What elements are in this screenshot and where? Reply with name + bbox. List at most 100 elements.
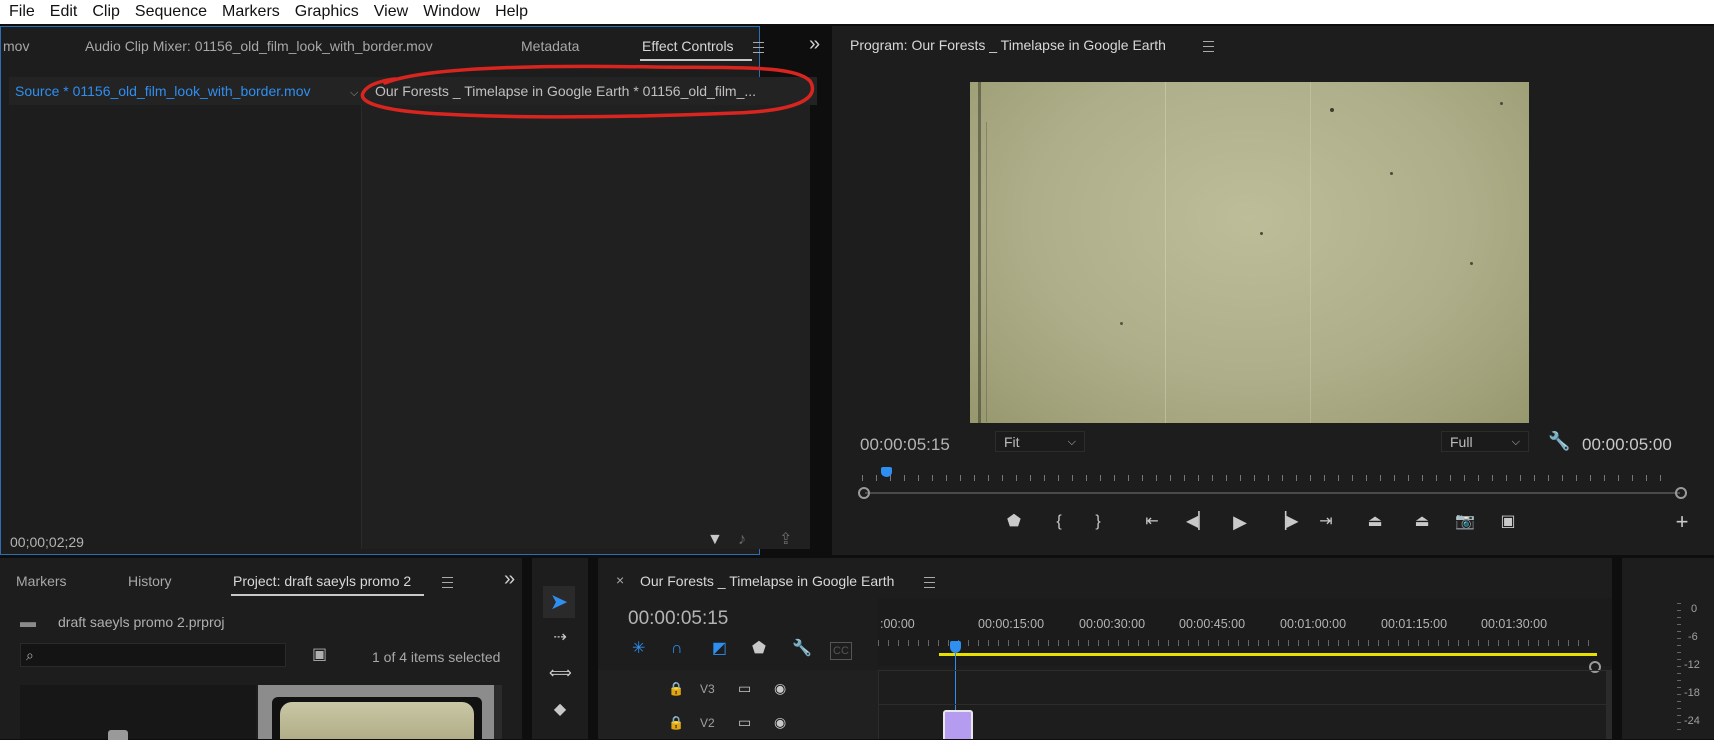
ripple-edit-tool-icon[interactable]: ⟺ (549, 666, 572, 682)
panel-overflow-icon[interactable]: » (504, 568, 515, 591)
video-frame (970, 82, 1529, 423)
filter-icon[interactable]: ▼ (707, 532, 723, 548)
timeline-clip[interactable] (943, 710, 973, 739)
captions-icon[interactable]: CC (830, 642, 852, 660)
go-to-out-icon[interactable]: ⇥ (1314, 510, 1338, 534)
panel-overflow-icon[interactable]: » (809, 33, 820, 56)
timeline-title[interactable]: Our Forests _ Timelapse in Google Earth (640, 573, 894, 589)
wrench-icon[interactable]: 🔧 (1548, 432, 1570, 450)
mark-in-icon[interactable]: { (1047, 510, 1071, 534)
ruler-label: 00:00:30:00 (1079, 617, 1146, 631)
program-menu-icon[interactable] (1203, 41, 1214, 52)
timeline-end-handle[interactable] (1589, 661, 1601, 673)
tab-active-underline (231, 594, 424, 596)
project-menu-icon[interactable] (442, 577, 453, 588)
scrub-end-handle[interactable] (1675, 487, 1687, 499)
selection-tool-icon[interactable]: ➤ (543, 586, 575, 618)
add-marker-icon[interactable]: ⬟ (752, 641, 766, 657)
thumbnail-image (280, 702, 474, 739)
meter-level-12: -12 (1684, 659, 1700, 671)
scrub-start-handle[interactable] (858, 487, 870, 499)
track-v2-label[interactable]: V2 (700, 716, 715, 730)
ruler-label: 00:01:30:00 (1481, 617, 1548, 631)
timeline-menu-icon[interactable] (924, 577, 935, 588)
ruler-label: 00:01:00:00 (1280, 617, 1347, 631)
find-icon[interactable]: ▣ (312, 647, 327, 663)
timeline-close-icon[interactable]: × (616, 572, 624, 588)
mark-out-icon[interactable]: } (1086, 510, 1110, 534)
menu-view[interactable]: View (365, 3, 408, 21)
eye-icon[interactable]: ◉ (774, 714, 786, 730)
work-area-bar[interactable] (939, 653, 1597, 656)
export-frame-icon[interactable]: 📷 (1453, 510, 1477, 534)
lock-icon[interactable]: 🔒 (668, 681, 684, 697)
meter-level-0: 0 (1691, 603, 1698, 615)
menu-edit[interactable]: Edit (41, 3, 78, 21)
play-icon[interactable]: ▶ (1228, 510, 1252, 534)
add-button-icon[interactable]: + (1670, 510, 1694, 534)
extract-icon[interactable]: ⏏ (1410, 510, 1434, 534)
nest-icon[interactable]: ✳ (632, 641, 645, 657)
tab-partial-mov[interactable]: mov (3, 38, 29, 54)
tab-project[interactable]: Project: draft saeyls promo 2 (233, 573, 411, 589)
menu-graphics[interactable]: Graphics (286, 3, 359, 21)
export-icon[interactable]: ⇪ (779, 532, 792, 548)
playhead-marker[interactable] (881, 467, 892, 477)
add-marker-icon[interactable]: ⬟ (1002, 510, 1026, 534)
project-search-input[interactable]: ⌕ (20, 643, 286, 667)
timeline-scrollbar[interactable] (1606, 670, 1612, 739)
tab-effect-controls[interactable]: Effect Controls (642, 38, 734, 54)
sync-lock-icon[interactable]: ▭ (738, 714, 751, 730)
snap-icon[interactable]: ∩ (671, 641, 683, 657)
go-to-in-icon[interactable]: ⇤ (1140, 510, 1164, 534)
eye-icon[interactable]: ◉ (774, 680, 786, 696)
track-v3-label[interactable]: V3 (700, 682, 715, 696)
track-select-tool-icon[interactable]: ⇢ (549, 630, 571, 646)
program-monitor-panel: Program: Our Forests _ Timelapse in Goog… (832, 26, 1714, 555)
sync-lock-icon[interactable]: ▭ (738, 680, 751, 696)
menu-file[interactable]: File (0, 3, 35, 21)
ruler-ticks (878, 640, 1598, 646)
program-monitor-title[interactable]: Program: Our Forests _ Timelapse in Goog… (850, 37, 1166, 53)
menu-window[interactable]: Window (414, 3, 480, 21)
panel-menu-icon[interactable] (753, 42, 764, 53)
fit-value: Fit (1004, 434, 1020, 450)
step-back-icon[interactable]: ◀▏ (1186, 510, 1211, 534)
source-timecode[interactable]: 00;00;02;29 (10, 534, 84, 550)
tab-metadata[interactable]: Metadata (521, 38, 579, 54)
film-scratch (1165, 82, 1166, 423)
red-annotation-circle (360, 64, 815, 119)
clip-thumbnail[interactable] (258, 685, 498, 739)
dust-spot (1120, 322, 1123, 325)
menu-clip[interactable]: Clip (83, 3, 120, 21)
comparison-view-icon[interactable]: ▣ (1496, 510, 1520, 534)
fit-dropdown[interactable]: Fit ⌵ (995, 431, 1085, 452)
timeline-settings-icon[interactable]: 🔧 (792, 641, 812, 657)
timeline-current-time[interactable]: 00:00:05:15 (628, 608, 728, 630)
audio-playback-icon[interactable]: ♪ (738, 532, 746, 548)
project-scrollbar[interactable] (494, 685, 502, 739)
ruler-label: 00:00:45:00 (1179, 617, 1246, 631)
film-scratch (986, 122, 987, 422)
program-scrub-bar[interactable] (865, 492, 1680, 494)
chevron-down-icon: ⌵ (1511, 436, 1520, 448)
quality-dropdown[interactable]: Full ⌵ (1441, 431, 1529, 452)
linked-selection-icon[interactable]: ◩ (712, 641, 727, 657)
program-current-time[interactable]: 00:00:05:15 (860, 435, 950, 455)
tab-markers[interactable]: Markers (16, 573, 67, 589)
lift-icon[interactable]: ⏏ (1363, 510, 1387, 534)
lock-icon[interactable]: 🔒 (668, 715, 684, 731)
menu-help[interactable]: Help (486, 3, 528, 21)
menu-sequence[interactable]: Sequence (126, 3, 207, 21)
audio-meter-panel: 0 -6 -12 -18 -24 (1622, 558, 1714, 739)
step-forward-icon[interactable]: ▕▶ (1274, 510, 1299, 534)
program-ruler (862, 469, 1674, 481)
tab-audio-clip-mixer[interactable]: Audio Clip Mixer: 01156_old_film_look_wi… (85, 38, 433, 54)
source-clip-label[interactable]: Source * 01156_old_film_look_with_border… (15, 83, 310, 99)
dust-spot (1330, 108, 1334, 112)
dust-spot (1470, 262, 1473, 265)
razor-tool-icon[interactable]: ◆ (549, 702, 571, 718)
menu-markers[interactable]: Markers (213, 3, 280, 21)
tab-history[interactable]: History (128, 573, 172, 589)
meter-level-6: -6 (1688, 631, 1698, 643)
